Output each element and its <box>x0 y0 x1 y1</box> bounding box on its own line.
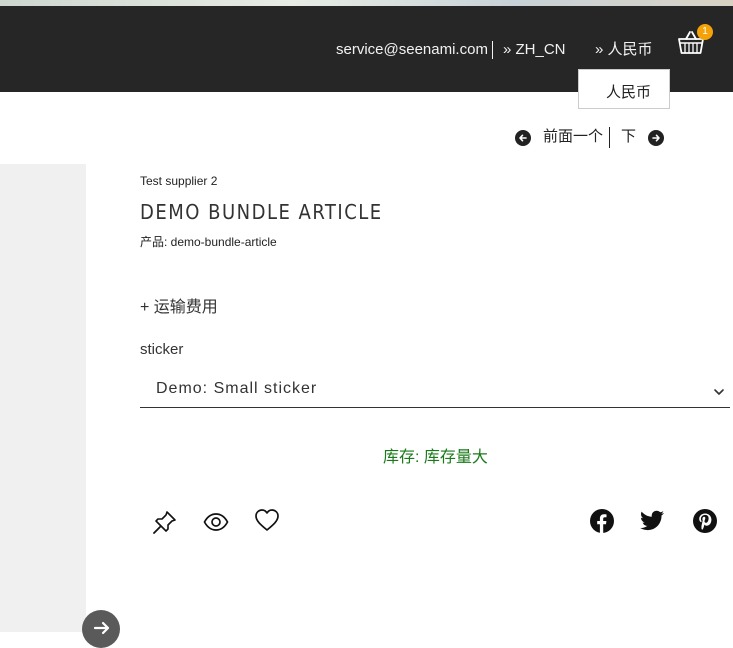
eye-icon[interactable] <box>203 512 229 537</box>
cart-count-badge: 1 <box>697 24 713 40</box>
pinterest-icon[interactable] <box>693 509 717 533</box>
select-value: Demo: Small sticker <box>156 380 318 397</box>
twitter-icon[interactable] <box>639 510 665 537</box>
chevron-down-icon <box>713 384 725 402</box>
arrow-right-circle-icon[interactable] <box>648 130 664 146</box>
previous-product-link[interactable]: 前面一个 <box>543 127 603 147</box>
stock-status: 库存: 库存量大 <box>383 449 488 466</box>
currency-option-cny[interactable]: 人民币 <box>606 81 651 102</box>
supplier-name[interactable]: Test supplier 2 <box>140 174 217 188</box>
currency-dropdown-menu: 人民币 <box>578 69 670 109</box>
scroll-arrow-right-button[interactable] <box>82 610 120 648</box>
pin-icon[interactable] <box>152 509 178 540</box>
product-title: DEMO BUNDLE ARTICLE <box>140 200 383 224</box>
product-image-panel <box>0 164 86 632</box>
pager-divider <box>609 127 610 148</box>
option-label: sticker <box>140 341 184 358</box>
language-selector[interactable]: » ZH_CN <box>503 41 566 59</box>
currency-selector[interactable]: » 人民币 <box>595 41 653 59</box>
facebook-icon[interactable] <box>590 509 614 533</box>
arrow-left-circle-icon[interactable] <box>515 130 531 146</box>
contact-email-link[interactable]: service@seenami.com <box>336 41 493 59</box>
product-sku: 产品: demo-bundle-article <box>140 235 277 249</box>
next-product-link[interactable]: 下 <box>621 127 636 147</box>
shipping-costs-link[interactable]: + 运输费用 <box>140 293 218 317</box>
arrow-right-icon <box>93 621 110 635</box>
sticker-option-select[interactable]: Demo: Small sticker <box>140 374 730 408</box>
heart-icon[interactable] <box>254 508 280 537</box>
